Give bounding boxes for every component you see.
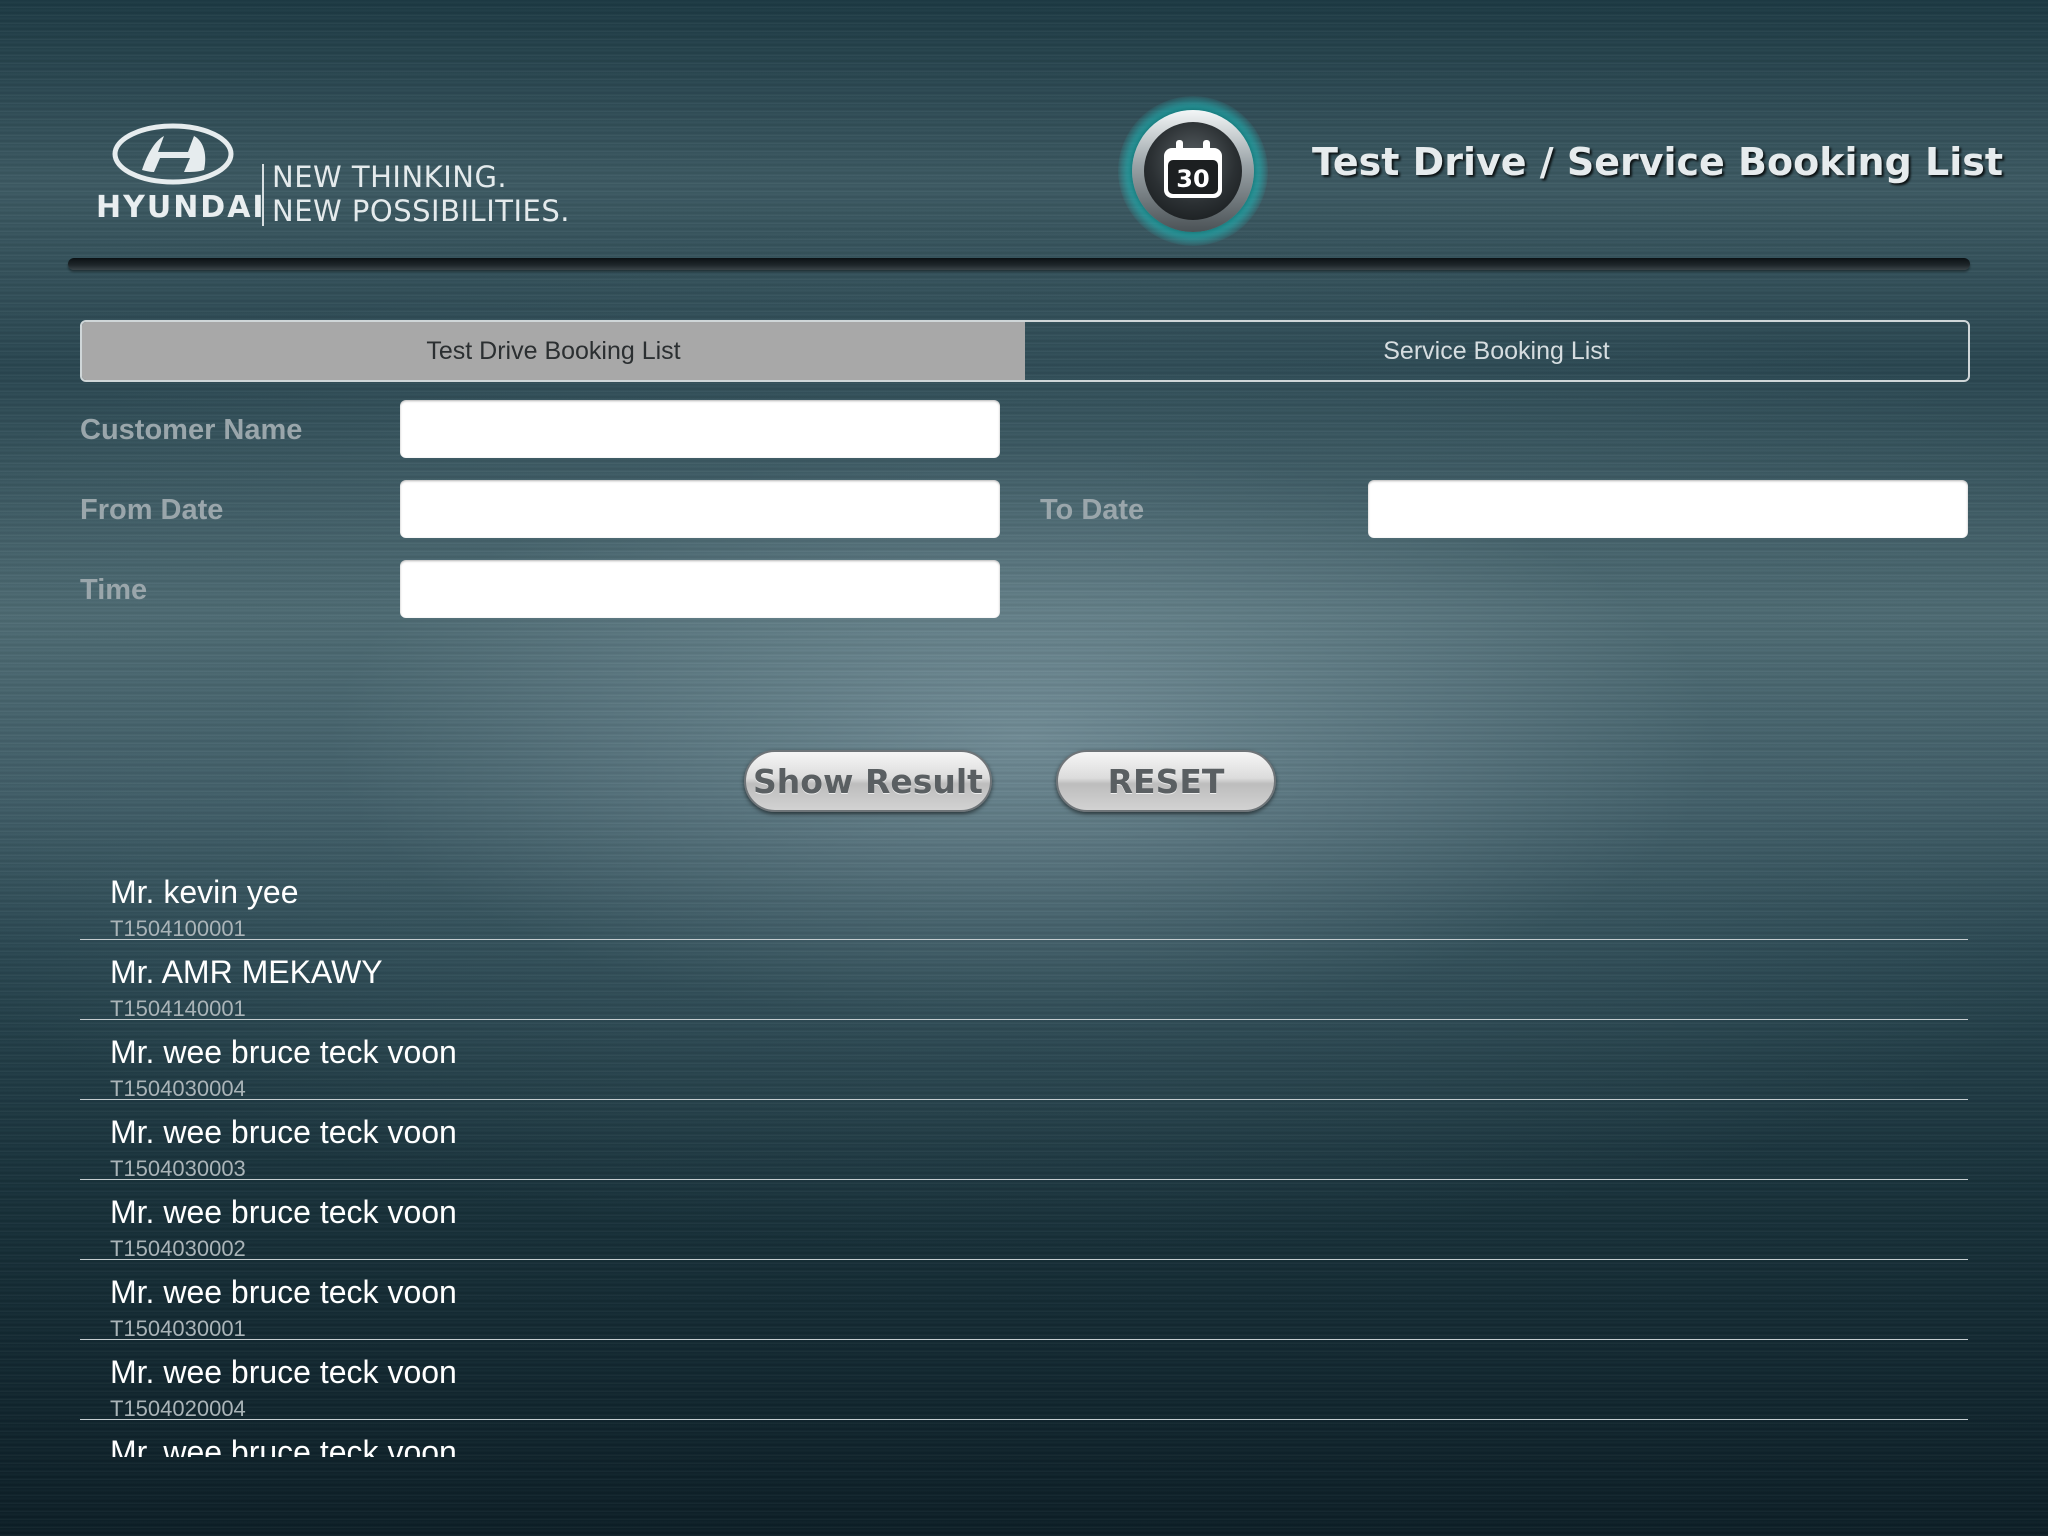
list-item[interactable]: Mr. wee bruce teck voon T1504030002 [80,1180,1968,1261]
slogan-line-2: NEW POSSIBILITIES. [272,194,570,228]
to-date-label: To Date [1040,494,1145,526]
time-label: Time [80,574,148,606]
customer-name-label: Customer Name [80,414,303,446]
customer-name: Mr. wee bruce teck voon [110,1034,457,1070]
list-item[interactable]: Mr. wee bruce teck voon T1504030003 [80,1100,1968,1181]
customer-name: Mr. wee bruce teck voon [110,1114,457,1150]
customer-name: Mr. wee bruce teck voon [110,1194,457,1230]
brand-slogan: NEW THINKING. NEW POSSIBILITIES. [272,160,570,228]
calendar-day: 30 [1176,165,1209,193]
customer-name: Mr. wee bruce teck voon [110,1354,457,1390]
logo-divider [262,164,264,226]
booking-code: T1504030001 [110,1316,246,1341]
show-result-button[interactable]: Show Result [744,750,992,812]
booking-code: T1504030004 [110,1076,246,1101]
list-item[interactable]: Mr. wee bruce teck voon T1504030001 [80,1260,1968,1341]
booking-list: Mr. kevin yee T1504100001 Mr. AMR MEKAWY… [80,860,1968,1457]
customer-name-input[interactable] [400,400,1000,458]
hyundai-logo: HYUNDAI NEW THINKING. NEW POSSIBILITIES. [96,122,569,232]
customer-name: Mr. wee bruce teck voon [110,1274,457,1310]
booking-code: T1504030002 [110,1236,246,1261]
to-date-input[interactable] [1368,480,1968,538]
from-date-input[interactable] [400,480,1000,538]
tab-service-booking-list[interactable]: Service Booking List [1025,322,1968,380]
reset-button[interactable]: RESET [1056,750,1276,812]
list-item[interactable]: Mr. kevin yee T1504100001 [80,860,1968,941]
booking-code: T1504020004 [110,1396,246,1421]
calendar-icon: 30 [1164,140,1222,198]
booking-code: T1504030003 [110,1156,246,1181]
list-item[interactable]: Mr. AMR MEKAWY T1504140001 [80,940,1968,1021]
brand-wordmark: HYUNDAI [96,190,266,225]
time-input[interactable] [400,560,1000,618]
calendar-badge: 30 [1118,96,1268,246]
customer-name: Mr. AMR MEKAWY [110,954,383,990]
booking-code: T1504140001 [110,996,246,1021]
list-item[interactable]: Mr. wee bruce teck voon [80,1420,1968,1457]
booking-type-tabs: Test Drive Booking List Service Booking … [80,320,1970,382]
list-item[interactable]: Mr. wee bruce teck voon T1504030004 [80,1020,1968,1101]
hyundai-emblem-icon [112,123,234,185]
customer-name: Mr. wee bruce teck voon [110,1434,457,1457]
list-item[interactable]: Mr. wee bruce teck voon T1504020004 [80,1340,1968,1421]
slogan-line-1: NEW THINKING. [272,160,508,194]
header-divider [68,258,1970,270]
customer-name: Mr. kevin yee [110,874,299,910]
from-date-label: From Date [80,494,224,526]
page-title: Test Drive / Service Booking List [1312,140,2004,184]
tab-test-drive-booking-list[interactable]: Test Drive Booking List [82,322,1025,380]
booking-code: T1504100001 [110,916,246,941]
